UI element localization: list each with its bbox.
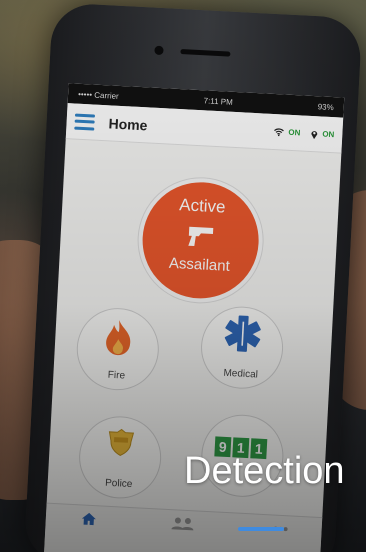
location-status-label: ON	[322, 129, 335, 140]
page-title: Home	[108, 114, 148, 133]
slide-indicator[interactable]	[238, 527, 284, 531]
active-assailant-line2: Assailant	[168, 254, 231, 275]
menu-icon[interactable]	[74, 113, 96, 131]
medical-label: Medical	[223, 367, 259, 381]
active-assailant-button[interactable]: Active Assailant	[135, 175, 266, 306]
wifi-status-label: ON	[288, 127, 301, 138]
contacts-icon	[171, 517, 194, 531]
fire-icon	[106, 320, 131, 356]
wifi-status: ON	[273, 127, 301, 138]
police-label: Police	[104, 477, 133, 491]
clock: 7:11 PM	[203, 95, 234, 107]
fire-label: Fire	[107, 369, 126, 382]
police-badge-icon	[108, 428, 135, 456]
earpiece	[180, 49, 231, 57]
home-icon	[81, 512, 96, 526]
location-pin-icon	[311, 130, 318, 139]
wifi-icon	[274, 128, 284, 137]
slide-caption: Detection	[184, 450, 345, 492]
carrier-label: ••••• Carrier	[77, 89, 119, 101]
star-of-life-icon	[224, 315, 261, 352]
medical-button[interactable]: Medical	[198, 304, 286, 391]
battery-level: 93%	[317, 101, 334, 112]
fire-button[interactable]: Fire	[74, 306, 161, 393]
police-button[interactable]: Police	[77, 414, 164, 501]
tab-home[interactable]	[63, 511, 114, 530]
front-camera	[154, 45, 164, 56]
tab-contacts[interactable]	[157, 515, 208, 534]
gun-icon	[188, 226, 214, 247]
active-assailant-line1: Active	[178, 195, 227, 217]
location-status: ON	[310, 128, 335, 140]
